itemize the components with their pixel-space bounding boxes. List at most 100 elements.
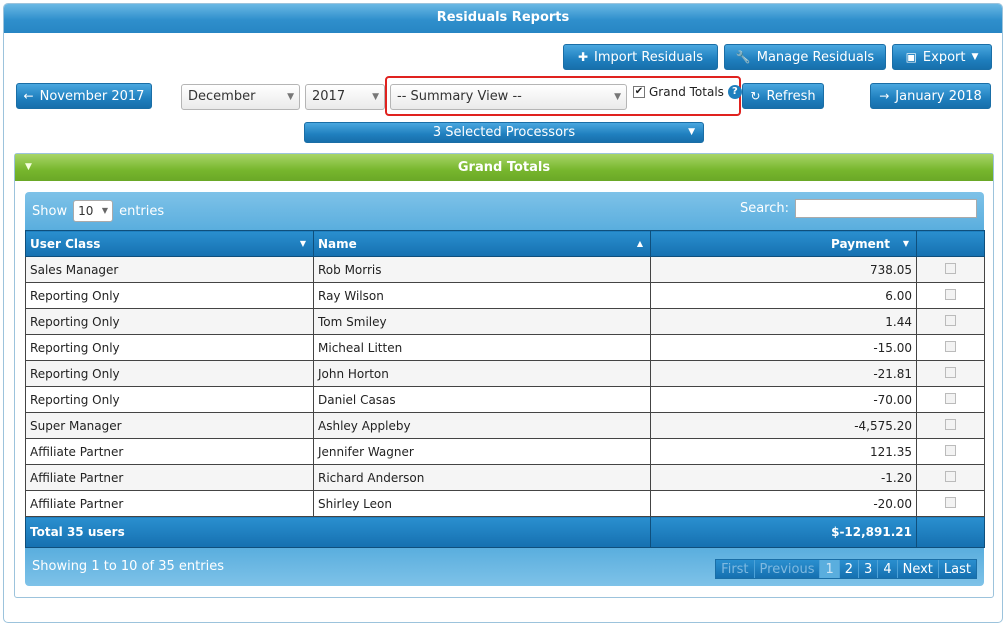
cell-select (916, 360, 985, 387)
table-row[interactable]: Reporting Only Daniel Casas -70.00 (25, 386, 985, 413)
cell-name: Ray Wilson (313, 282, 651, 309)
table-row[interactable]: Affiliate Partner Jennifer Wagner 121.35 (25, 438, 985, 465)
cell-name: Rob Morris (313, 256, 651, 283)
next-month-button[interactable]: → January 2018 (870, 83, 991, 109)
processors-dropdown[interactable]: 3 Selected Processors ▼ (304, 122, 704, 143)
row-checkbox[interactable] (945, 496, 956, 508)
total-users-label: Total 35 users (25, 516, 651, 548)
table-footer-row: Total 35 users $-12,891.21 (25, 516, 985, 548)
wrench-icon: 🔧 (735, 50, 751, 64)
month-select[interactable]: December ▼ (181, 84, 300, 110)
cell-user-class: Reporting Only (25, 282, 314, 309)
refresh-button[interactable]: ↻ Refresh (742, 83, 824, 109)
table-row[interactable]: Sales Manager Rob Morris 738.05 (25, 256, 985, 283)
year-select[interactable]: 2017 ▼ (305, 84, 385, 110)
grand-totals-checkbox[interactable]: ✔ (633, 86, 645, 98)
cell-payment: -20.00 (650, 490, 917, 517)
refresh-label: Refresh (766, 88, 816, 104)
panel-title: Grand Totals (457, 160, 551, 175)
search-input[interactable] (795, 199, 977, 218)
row-checkbox[interactable] (945, 366, 956, 378)
collapse-arrow-icon[interactable]: ▼ (25, 154, 32, 181)
table-row[interactable]: Reporting Only John Horton -21.81 (25, 360, 985, 387)
cell-select (916, 282, 985, 309)
year-value: 2017 (312, 89, 346, 104)
cell-payment: 1.44 (650, 308, 917, 335)
manage-residuals-button[interactable]: 🔧 Manage Residuals (724, 44, 886, 70)
caret-down-icon: ▼ (688, 127, 695, 137)
sort-desc-icon: ▼ (299, 239, 306, 248)
cell-name: Ashley Appleby (313, 412, 651, 439)
sort-desc-icon: ▼ (902, 239, 909, 248)
row-checkbox[interactable] (945, 418, 956, 430)
grand-totals-label: Grand Totals (649, 85, 724, 99)
column-header-payment[interactable]: Payment ▼ (650, 230, 917, 257)
cell-user-class: Affiliate Partner (25, 464, 314, 491)
page-length-select[interactable]: 10 ▼ (73, 200, 114, 222)
page-4-button[interactable]: 4 (877, 560, 897, 578)
panel-header[interactable]: ▼ Grand Totals (15, 154, 993, 181)
next-page-button[interactable]: Next (896, 560, 938, 578)
column-header-select (916, 230, 985, 257)
window-title: Residuals Reports (4, 4, 1002, 33)
export-button[interactable]: ▣ Export ▼ (892, 44, 992, 70)
cell-user-class: Super Manager (25, 412, 314, 439)
previous-month-button[interactable]: ← November 2017 (16, 83, 152, 109)
row-checkbox[interactable] (945, 340, 956, 352)
pagination-info: Showing 1 to 10 of 35 entries (32, 559, 224, 574)
grand-totals-toggle[interactable]: ✔ Grand Totals ? (633, 85, 742, 99)
cell-select (916, 256, 985, 283)
table-row[interactable]: Reporting Only Tom Smiley 1.44 (25, 308, 985, 335)
previous-page-button[interactable]: Previous (753, 560, 820, 578)
cell-user-class: Sales Manager (25, 256, 314, 283)
cell-payment: 738.05 (650, 256, 917, 283)
cell-payment: 6.00 (650, 282, 917, 309)
table-row[interactable]: Reporting Only Ray Wilson 6.00 (25, 282, 985, 309)
cell-user-class: Affiliate Partner (25, 438, 314, 465)
cell-name: Tom Smiley (313, 308, 651, 335)
caret-down-icon: ▼ (971, 52, 979, 62)
cell-select (916, 308, 985, 335)
table-row[interactable]: Affiliate Partner Shirley Leon -20.00 (25, 490, 985, 517)
cell-name: Richard Anderson (313, 464, 651, 491)
table-row[interactable]: Super Manager Ashley Appleby -4,575.20 (25, 412, 985, 439)
page-1-button[interactable]: 1 (819, 560, 839, 578)
processors-label: 3 Selected Processors (432, 125, 576, 140)
last-page-button[interactable]: Last (937, 560, 976, 578)
page-2-button[interactable]: 2 (838, 560, 859, 578)
page-3-button[interactable]: 3 (858, 560, 878, 578)
grand-totals-panel: ▼ Grand Totals Show 10 ▼ entries Search: (14, 153, 994, 598)
table-row[interactable]: Reporting Only Micheal Litten -15.00 (25, 334, 985, 361)
cell-user-class: Reporting Only (25, 334, 314, 361)
row-checkbox[interactable] (945, 444, 956, 456)
help-icon[interactable]: ? (727, 85, 742, 99)
row-checkbox[interactable] (945, 392, 956, 404)
sort-asc-icon: ▲ (636, 239, 643, 248)
cell-payment: -21.81 (650, 360, 917, 387)
import-residuals-button[interactable]: ✚ Import Residuals (563, 44, 718, 70)
cell-payment: -1.20 (650, 464, 917, 491)
entries-label: entries (119, 203, 165, 219)
column-header-user-class[interactable]: User Class ▼ (25, 230, 314, 257)
page-length-control: Show 10 ▼ entries (32, 200, 164, 222)
cell-name: John Horton (313, 360, 651, 387)
row-checkbox[interactable] (945, 288, 956, 300)
cell-user-class: Reporting Only (25, 308, 314, 335)
cell-select (916, 386, 985, 413)
row-checkbox[interactable] (945, 470, 956, 482)
cell-payment: -15.00 (650, 334, 917, 361)
row-checkbox[interactable] (945, 314, 956, 326)
cell-user-class: Affiliate Partner (25, 490, 314, 517)
first-page-button[interactable]: First (716, 560, 754, 578)
cell-select (916, 464, 985, 491)
column-label: Name (318, 236, 357, 251)
cell-select (916, 412, 985, 439)
page-length-value: 10 (78, 204, 94, 218)
table-header-row: User Class ▼ Name ▲ Payment ▼ (25, 230, 985, 257)
column-label: Payment (831, 236, 890, 251)
column-header-name[interactable]: Name ▲ (313, 230, 651, 257)
row-checkbox[interactable] (945, 262, 956, 274)
table-row[interactable]: Affiliate Partner Richard Anderson -1.20 (25, 464, 985, 491)
total-payment: $-12,891.21 (650, 516, 917, 548)
search-label: Search: (739, 201, 789, 216)
